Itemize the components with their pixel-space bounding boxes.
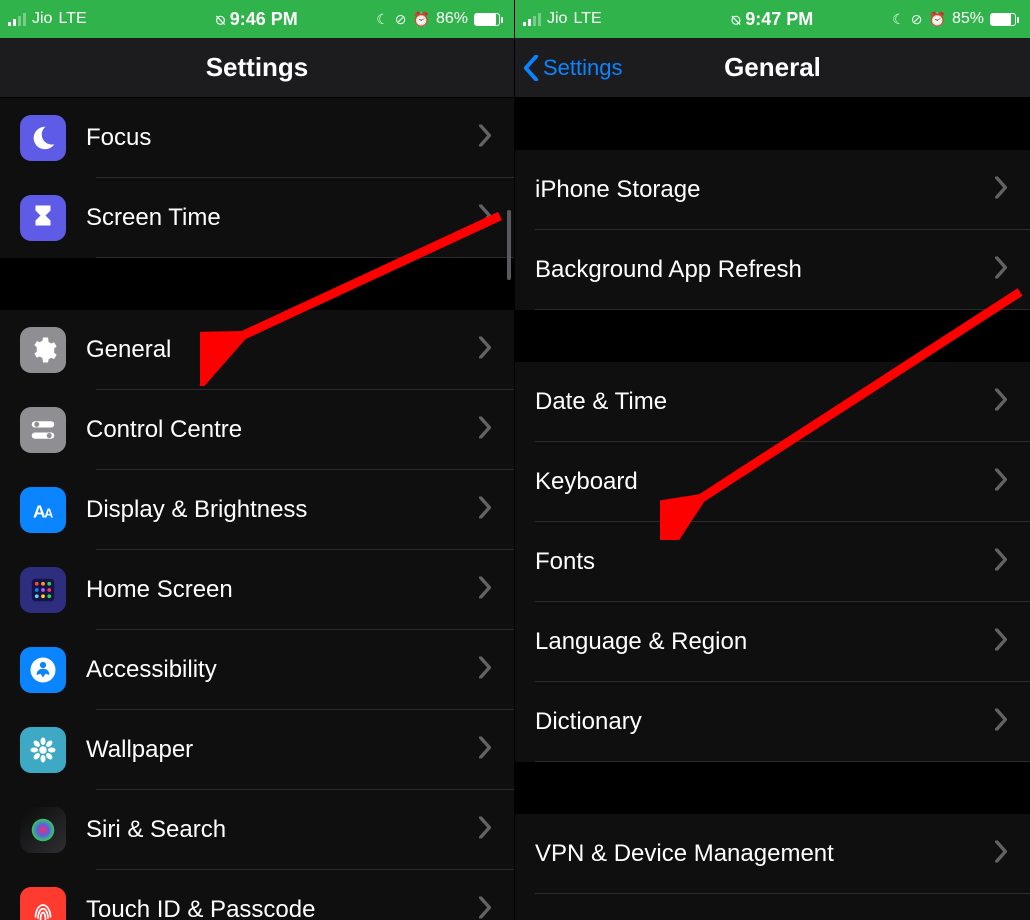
chevron-right-icon <box>994 841 1008 868</box>
row-vpn-device-mgmt[interactable]: VPN & Device Management <box>515 814 1030 894</box>
row-iphone-storage[interactable]: iPhone Storage <box>515 150 1030 230</box>
network-label: LTE <box>58 10 86 28</box>
row-label: Accessibility <box>86 656 217 684</box>
row-label: Keyboard <box>535 468 638 496</box>
focus-icon <box>20 115 66 161</box>
row-label: Wallpaper <box>86 736 193 764</box>
row-label: VPN & Device Management <box>535 840 834 868</box>
signal-icon <box>523 12 541 26</box>
nav-header: Settings General <box>515 38 1030 98</box>
chevron-right-icon <box>478 205 492 232</box>
row-date-time[interactable]: Date & Time <box>515 362 1030 442</box>
row-general[interactable]: General <box>0 310 514 390</box>
chevron-right-icon <box>478 817 492 844</box>
siri-icon <box>20 807 66 853</box>
chevron-right-icon <box>994 549 1008 576</box>
row-label: Fonts <box>535 548 595 576</box>
dnd-icon: ☾ <box>376 11 389 28</box>
row-label: Dictionary <box>535 708 642 736</box>
settings-list[interactable]: Focus Screen Time General Control Centre AA D… <box>0 98 514 920</box>
status-bar: Jio LTE ⍉ 9:47 PM ☾ ⊘ ⏰ 85% <box>515 0 1030 38</box>
row-label: Focus <box>86 124 151 152</box>
row-dictionary[interactable]: Dictionary <box>515 682 1030 762</box>
chevron-right-icon <box>994 469 1008 496</box>
home-screen-icon <box>20 567 66 613</box>
back-button[interactable]: Settings <box>523 38 623 97</box>
chevron-right-icon <box>478 497 492 524</box>
row-screen-time[interactable]: Screen Time <box>0 178 514 258</box>
row-label: Control Centre <box>86 416 242 444</box>
row-label: Date & Time <box>535 388 667 416</box>
chevron-right-icon <box>478 657 492 684</box>
chevron-right-icon <box>478 577 492 604</box>
chevron-right-icon <box>478 897 492 920</box>
wallpaper-icon <box>20 727 66 773</box>
carrier-label: Jio <box>32 10 52 28</box>
row-background-app-refresh[interactable]: Background App Refresh <box>515 230 1030 310</box>
general-icon <box>20 327 66 373</box>
scroll-indicator <box>507 210 511 280</box>
row-home-screen[interactable]: Home Screen <box>0 550 514 630</box>
chevron-right-icon <box>478 125 492 152</box>
battery-icon <box>474 13 500 26</box>
screen-time-icon <box>20 195 66 241</box>
row-label: Display & Brightness <box>86 496 307 524</box>
settings-screen: Jio LTE ⍉ 9:46 PM ☾ ⊘ ⏰ 86% Settings Foc… <box>0 0 515 920</box>
alarm-icon: ⏰ <box>413 11 430 28</box>
nav-header: Settings <box>0 38 514 98</box>
touch-id-icon <box>20 887 66 920</box>
row-touch-id[interactable]: Touch ID & Passcode <box>0 870 514 920</box>
general-screen: Jio LTE ⍉ 9:47 PM ☾ ⊘ ⏰ 85% Settings Gen… <box>515 0 1030 920</box>
display-icon: AA <box>20 487 66 533</box>
chevron-right-icon <box>994 389 1008 416</box>
row-language-region[interactable]: Language & Region <box>515 602 1030 682</box>
row-focus[interactable]: Focus <box>0 98 514 178</box>
chevron-right-icon <box>994 709 1008 736</box>
carrier-label: Jio <box>547 10 567 28</box>
orientation-lock-icon: ⊘ <box>395 11 407 28</box>
chevron-right-icon <box>994 629 1008 656</box>
row-label: iPhone Storage <box>535 176 700 204</box>
control-centre-icon <box>20 407 66 453</box>
accessibility-icon <box>20 647 66 693</box>
chevron-right-icon <box>478 417 492 444</box>
row-label: General <box>86 336 171 364</box>
chevron-right-icon <box>478 337 492 364</box>
row-label: Siri & Search <box>86 816 226 844</box>
clock-label: 9:46 PM <box>230 9 298 29</box>
battery-pct-label: 85% <box>952 10 984 28</box>
dnd-icon: ☾ <box>892 11 905 28</box>
row-keyboard[interactable]: Keyboard <box>515 442 1030 522</box>
row-label: Touch ID & Passcode <box>86 896 315 920</box>
hotspot-icon: ⍉ <box>732 12 740 28</box>
row-label: Background App Refresh <box>535 256 802 284</box>
general-list[interactable]: iPhone Storage Background App Refresh Date… <box>515 98 1030 920</box>
svg-text:A: A <box>44 507 53 521</box>
row-control-centre[interactable]: Control Centre <box>0 390 514 470</box>
chevron-right-icon <box>994 177 1008 204</box>
chevron-right-icon <box>478 737 492 764</box>
battery-pct-label: 86% <box>436 10 468 28</box>
row-fonts[interactable]: Fonts <box>515 522 1030 602</box>
row-wallpaper[interactable]: Wallpaper <box>0 710 514 790</box>
status-bar: Jio LTE ⍉ 9:46 PM ☾ ⊘ ⏰ 86% <box>0 0 514 38</box>
page-title: Settings <box>206 52 309 83</box>
clock-label: 9:47 PM <box>745 9 813 29</box>
row-label: Language & Region <box>535 628 747 656</box>
chevron-right-icon <box>994 257 1008 284</box>
orientation-lock-icon: ⊘ <box>911 11 923 28</box>
signal-icon <box>8 12 26 26</box>
row-label: Screen Time <box>86 204 221 232</box>
back-label: Settings <box>543 55 623 81</box>
battery-icon <box>990 13 1016 26</box>
network-label: LTE <box>573 10 601 28</box>
row-accessibility[interactable]: Accessibility <box>0 630 514 710</box>
hotspot-icon: ⍉ <box>216 12 224 28</box>
page-title: General <box>724 52 821 83</box>
row-display[interactable]: AA Display & Brightness <box>0 470 514 550</box>
alarm-icon: ⏰ <box>929 11 946 28</box>
row-label: Home Screen <box>86 576 233 604</box>
row-siri[interactable]: Siri & Search <box>0 790 514 870</box>
